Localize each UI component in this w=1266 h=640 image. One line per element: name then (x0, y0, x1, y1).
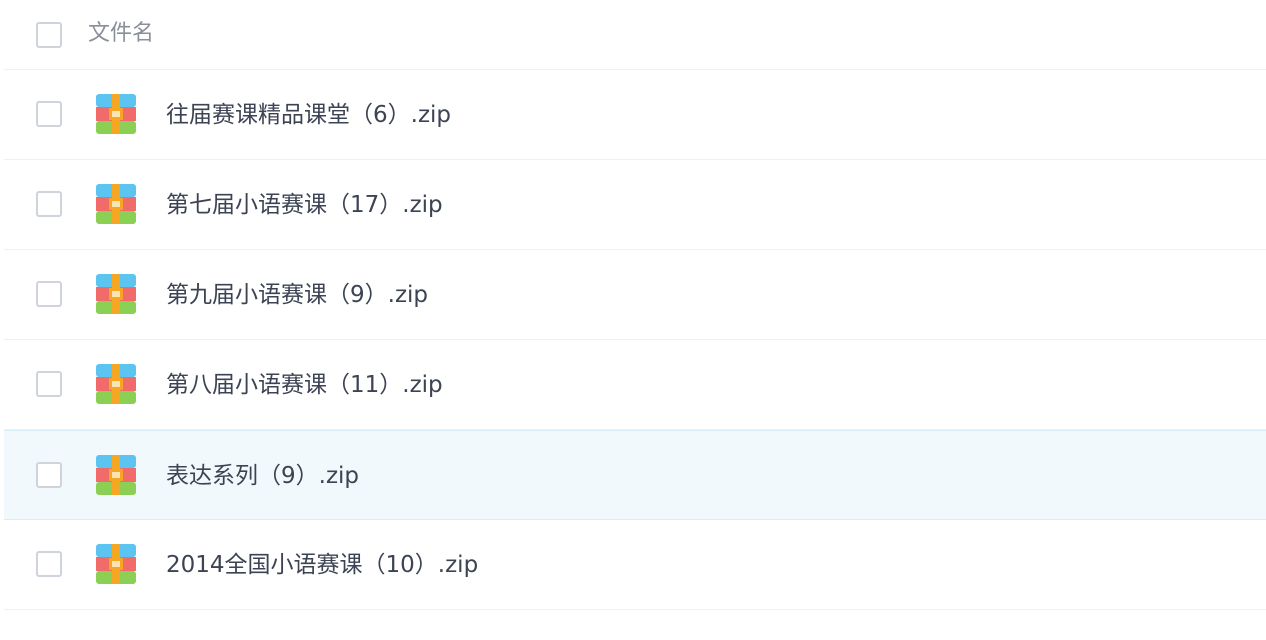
file-row[interactable]: 往届赛课精品课堂（6）.zip (4, 70, 1266, 160)
file-checkbox[interactable] (36, 101, 62, 127)
file-row[interactable]: 第九届小语赛课（9）.zip (4, 250, 1266, 340)
file-checkbox[interactable] (36, 551, 62, 577)
zip-archive-icon (96, 184, 136, 224)
file-name[interactable]: 第九届小语赛课（9）.zip (166, 278, 428, 312)
file-checkbox[interactable] (36, 191, 62, 217)
file-row[interactable]: 第七届小语赛课（17）.zip (4, 160, 1266, 250)
file-row[interactable]: 2014全国小语赛课（10）.zip (4, 520, 1266, 610)
file-row[interactable]: 第八届小语赛课（11）.zip (4, 340, 1266, 430)
zip-archive-icon (96, 364, 136, 404)
zip-archive-icon (96, 274, 136, 314)
file-list-header: 文件名 (4, 0, 1266, 70)
file-row-hovered[interactable]: 表达系列（9）.zip (4, 430, 1266, 520)
file-checkbox[interactable] (36, 281, 62, 307)
select-all-checkbox[interactable] (36, 22, 62, 48)
file-checkbox[interactable] (36, 371, 62, 397)
file-list: 文件名 往届赛课精品课堂（6）.zip 第七届小语赛课（17）.zip 第九届小… (4, 0, 1266, 610)
file-name[interactable]: 2014全国小语赛课（10）.zip (166, 548, 478, 582)
filename-column-header: 文件名 (88, 21, 155, 46)
zip-archive-icon (96, 94, 136, 134)
file-checkbox[interactable] (36, 462, 62, 488)
zip-archive-icon (96, 455, 136, 495)
zip-archive-icon (96, 544, 136, 584)
file-name[interactable]: 第八届小语赛课（11）.zip (166, 368, 443, 402)
file-name[interactable]: 表达系列（9）.zip (166, 459, 359, 493)
file-name[interactable]: 往届赛课精品课堂（6）.zip (166, 98, 451, 132)
file-name[interactable]: 第七届小语赛课（17）.zip (166, 188, 443, 222)
